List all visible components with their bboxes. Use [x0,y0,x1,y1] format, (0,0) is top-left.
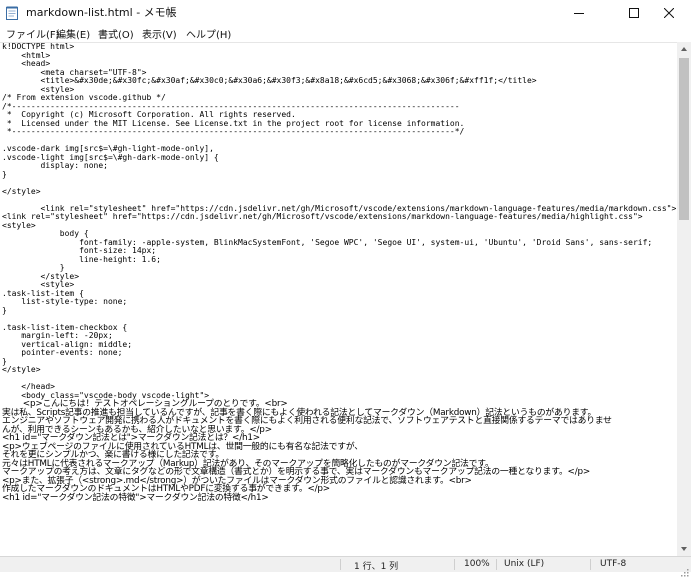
minimize-icon [574,3,584,22]
notepad-icon [6,5,18,20]
status-divider [340,559,341,570]
menu-file[interactable]: ファイル(F) [6,26,60,41]
editor-line[interactable]: </style> [2,272,676,282]
status-divider [496,559,497,570]
window-title: markdown-list.html - メモ帳 [26,6,177,19]
menu-view[interactable]: 表示(V) [142,26,177,41]
close-icon [663,3,675,22]
text-editor[interactable]: k!DOCTYPE html> <html> <head> <meta char… [0,42,677,557]
editor-line[interactable]: <html> [2,51,676,61]
encoding: UTF-8 [600,559,627,569]
scroll-up-button[interactable] [677,42,691,56]
chevron-up-icon [681,47,687,51]
menu-format[interactable]: 書式(O) [98,26,134,41]
maximize-icon [629,3,639,22]
editor-line[interactable]: </style> [2,187,676,197]
editor-line[interactable]: } [2,263,676,273]
scroll-down-button[interactable] [677,542,691,556]
editor-line[interactable]: <h1 id="マークダウン記法の特徴">マークダウン記法の特徴</h1> [2,493,676,503]
editor-line[interactable]: k!DOCTYPE html> [2,43,676,52]
editor-line[interactable]: } [2,357,676,367]
cursor-position: 1 行、1 列 [354,562,399,572]
editor-line[interactable]: } [2,170,676,180]
editor-line[interactable]: line-height: 1.6; [2,255,676,265]
editor-line[interactable]: </style> [2,365,676,375]
editor-line[interactable]: <title>&#x30de;&#x30fc;&#x30af;&#x30c0;&… [2,76,676,86]
status-bar: 1 行、1 列 100% Unix (LF) UTF-8 [0,556,691,577]
editor-line[interactable]: display: none; [2,161,676,171]
editor-line[interactable] [2,179,676,188]
zoom-level: 100% [464,559,490,569]
editor-content[interactable]: k!DOCTYPE html> <html> <head> <meta char… [2,43,676,502]
status-divider [590,559,591,570]
scrollbar-thumb[interactable] [679,58,689,220]
notepad-window: markdown-list.html - メモ帳 ファイル(F) 編集(E) 書… [0,0,691,577]
editor-line[interactable]: } [2,306,676,316]
editor-line[interactable]: *---------------------------------------… [2,127,676,137]
editor-line[interactable]: list-style-type: none; [2,297,676,307]
menu-help[interactable]: ヘルプ(H) [186,26,231,41]
minimize-button[interactable] [557,0,601,24]
chevron-down-icon [681,547,687,551]
line-ending: Unix (LF) [504,559,545,569]
resize-grip-icon[interactable] [681,562,689,577]
close-button[interactable] [647,0,691,24]
status-divider [454,559,455,570]
editor-line[interactable]: <style> [2,221,676,231]
editor-line[interactable]: <style> [2,280,676,290]
editor-line[interactable]: <link rel="stylesheet" href="https://cdn… [2,212,676,222]
editor-line[interactable]: pointer-events: none; [2,348,676,358]
vertical-scrollbar[interactable] [677,42,691,556]
editor-line[interactable] [2,375,676,384]
menu-bar: ファイル(F) 編集(E) 書式(O) 表示(V) ヘルプ(H) [0,24,691,42]
menu-edit[interactable]: 編集(E) [56,26,90,41]
title-bar[interactable]: markdown-list.html - メモ帳 [0,0,691,24]
